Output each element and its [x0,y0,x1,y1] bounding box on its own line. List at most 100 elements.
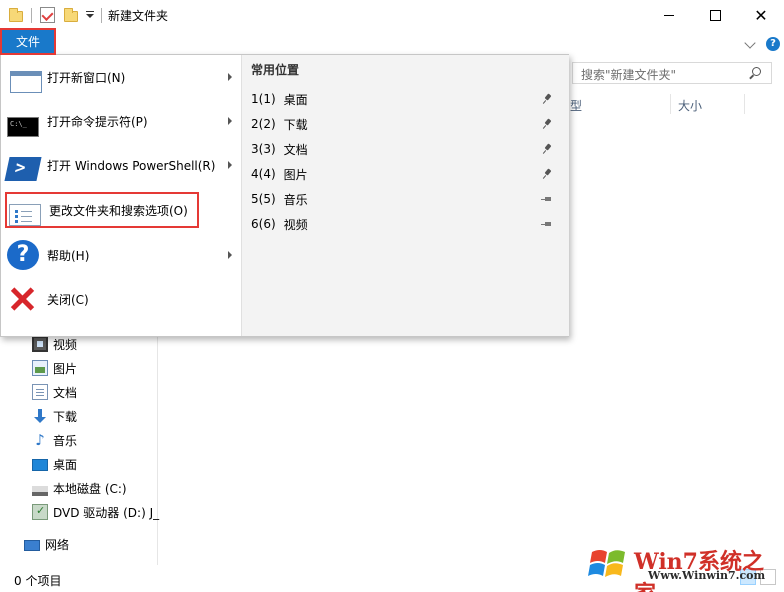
nav-item-network[interactable]: 网络 [24,533,69,555]
file-menu: 打开新窗口(N) 打开命令提示符(P) 打开 Windows PowerShel… [0,54,569,337]
local-disk-icon [32,486,48,496]
menu-item-open-new-window[interactable]: 打开新窗口(N) [5,55,238,99]
frequent-place-music[interactable]: 5(5) 音乐 [251,188,563,210]
dvd-drive-icon [32,504,48,520]
close-icon [7,284,39,314]
search-input[interactable]: 搜索"新建文件夹" [572,62,772,84]
menu-item-label: 更改文件夹和搜索选项(O) [49,203,188,218]
help-icon[interactable]: ? [766,37,780,51]
menu-item-open-command-prompt[interactable]: 打开命令提示符(P) [5,99,238,143]
help-icon: ? [7,240,39,270]
menu-item-label: 帮助(H) [47,248,90,263]
status-item-count: 0 个项目 [14,574,62,588]
nav-item-pictures[interactable]: 图片 [32,357,77,379]
nav-item-label: 网络 [45,537,70,552]
nav-item-label: 本地磁盘 (C:) [53,481,127,496]
column-divider[interactable] [744,94,745,114]
menu-item-close[interactable]: 关闭(C) [5,277,238,321]
watermark-brand: Win7系统之家 [634,549,764,592]
nav-item-label: 音乐 [53,433,78,448]
nav-item-label: DVD 驱动器 (D:) J_ [53,505,160,520]
pinned-icon[interactable] [543,119,553,129]
place-label: 文档 [283,142,308,157]
submenu-arrow-icon [228,251,232,259]
pinned-icon[interactable] [543,169,553,179]
submenu-arrow-icon [228,73,232,81]
desktop-folder-icon [32,459,48,471]
unpinned-icon[interactable] [541,219,553,229]
video-folder-icon [32,336,48,352]
powershell-icon [4,157,42,181]
nav-item-label: 下载 [53,409,78,424]
column-divider[interactable] [670,94,671,114]
menu-item-label: 打开命令提示符(P) [47,114,148,129]
pinned-icon[interactable] [543,144,553,154]
nav-item-label: 文档 [53,385,78,400]
place-number: 4(4) [251,167,276,181]
submenu-arrow-icon [228,161,232,169]
nav-item-desktop[interactable]: 桌面 [32,453,77,475]
documents-folder-icon [32,384,48,400]
new-window-icon [10,71,42,93]
network-icon [24,539,40,551]
menu-item-help[interactable]: ? 帮助(H) [5,233,238,277]
pinned-icon[interactable] [543,94,553,104]
submenu-arrow-icon [228,117,232,125]
place-label: 音乐 [283,192,308,207]
place-number: 2(2) [251,117,276,131]
nav-item-label: 图片 [53,361,78,376]
frequent-places-heading: 常用位置 [251,63,300,77]
nav-item-label: 桌面 [53,457,78,472]
nav-item-downloads[interactable]: 下载 [32,405,77,427]
pictures-folder-icon [32,360,48,376]
file-tab[interactable]: 文件 [0,28,56,55]
title-separator [31,8,32,23]
downloads-folder-icon [32,408,48,424]
windows-logo-icon [588,550,625,577]
place-number: 3(3) [251,142,276,156]
place-number: 5(5) [251,192,276,206]
frequent-place-pictures[interactable]: 4(4) 图片 [251,163,563,185]
nav-item-local-disk[interactable]: 本地磁盘 (C:) [32,477,127,499]
nav-item-music[interactable]: ♪ 音乐 [32,429,77,451]
nav-item-dvd-drive[interactable]: DVD 驱动器 (D:) J_ [32,501,159,523]
title-bar: 新建文件夹 ✕ [0,0,784,31]
menu-item-open-powershell[interactable]: 打开 Windows PowerShell(R) [4,143,238,187]
search-icon[interactable] [752,67,761,76]
folder-options-icon [9,204,41,226]
watermark-url: Www.Winwin7.com [648,569,766,582]
column-header-type[interactable]: 型 [570,97,582,114]
frequent-places-panel: 常用位置 1(1) 桌面 2(2) 下载 3(3) 文档 4(4) 图片 5(5… [241,55,569,336]
window-title: 新建文件夹 [108,9,169,23]
frequent-place-desktop[interactable]: 1(1) 桌面 [251,88,563,110]
unpinned-icon[interactable] [541,194,553,204]
quick-access-dropdown-icon[interactable] [86,11,95,20]
title-separator [101,8,102,23]
properties-check-icon[interactable] [40,7,55,23]
close-window-button[interactable]: ✕ [738,0,784,31]
music-folder-icon: ♪ [35,431,45,449]
maximize-button[interactable] [692,0,738,31]
frequent-place-videos[interactable]: 6(6) 视频 [251,213,563,235]
place-number: 1(1) [251,92,276,106]
menu-item-folder-options[interactable]: 更改文件夹和搜索选项(O) [5,192,199,228]
frequent-place-downloads[interactable]: 2(2) 下载 [251,113,563,135]
command-prompt-icon [7,117,39,137]
folder-icon [9,8,23,22]
search-placeholder: 搜索"新建文件夹" [581,68,677,82]
nav-item-label: 视频 [53,337,78,352]
place-label: 图片 [283,167,308,182]
file-menu-commands: 打开新窗口(N) 打开命令提示符(P) 打开 Windows PowerShel… [1,55,241,336]
place-number: 6(6) [251,217,276,231]
frequent-place-documents[interactable]: 3(3) 文档 [251,138,563,160]
minimize-button[interactable] [646,0,692,31]
nav-item-documents[interactable]: 文档 [32,381,77,403]
place-label: 下载 [283,117,308,132]
place-label: 视频 [283,217,308,232]
new-folder-icon[interactable] [64,8,78,22]
place-label: 桌面 [283,92,308,107]
menu-item-label: 关闭(C) [47,292,89,307]
menu-item-label: 打开新窗口(N) [47,70,126,85]
menu-item-label: 打开 Windows PowerShell(R) [47,158,216,173]
column-header-size[interactable]: 大小 [678,97,702,114]
